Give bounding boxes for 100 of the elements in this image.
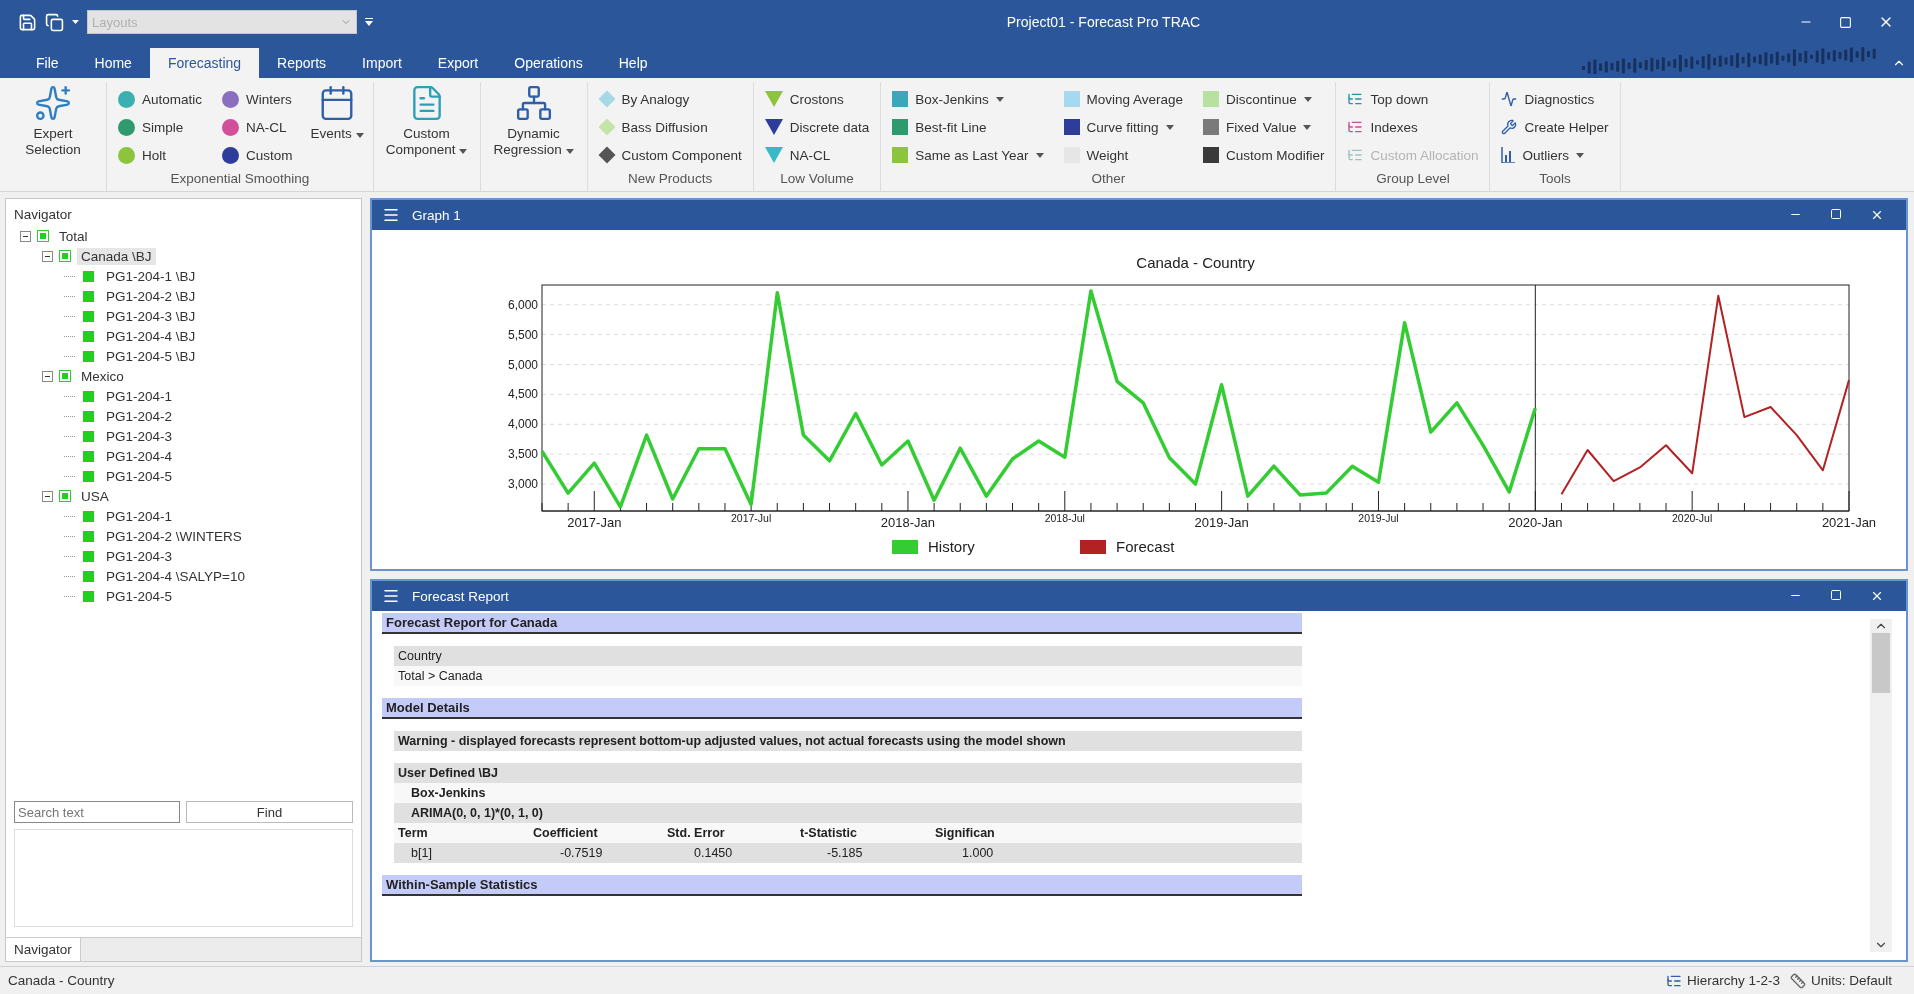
tree-item[interactable]: PG1-204-5 bbox=[102, 467, 177, 485]
tree-item[interactable]: PG1-204-4 bbox=[102, 447, 177, 465]
tree-item[interactable]: Total bbox=[55, 227, 92, 245]
axis-label: 5,000 bbox=[507, 357, 538, 372]
panel-tab[interactable]: Navigator bbox=[6, 938, 81, 961]
maximize-icon[interactable] bbox=[1839, 15, 1852, 29]
ribbon-button[interactable]: Moving Average bbox=[1059, 86, 1188, 112]
tree-item[interactable]: PG1-204-5 \BJ bbox=[102, 347, 200, 365]
ribbon-button[interactable]: Discontinue bbox=[1199, 86, 1329, 112]
ribbon-button[interactable]: Custom bbox=[218, 142, 297, 168]
axis-label: 2019-Jan bbox=[1194, 515, 1249, 530]
expand-toggle[interactable] bbox=[20, 230, 31, 242]
close-icon[interactable] bbox=[1870, 589, 1884, 603]
tree-item[interactable]: PG1-204-4 \BJ bbox=[102, 327, 200, 345]
table-cell-text: t-Statistic bbox=[800, 825, 858, 841]
tree-item[interactable]: PG1-204-1 bbox=[102, 507, 177, 525]
ribbon-button[interactable]: Fixed Value bbox=[1199, 114, 1329, 140]
tree-item[interactable]: PG1-204-2 \WINTERS bbox=[102, 527, 246, 545]
menu-tab[interactable]: Forecasting bbox=[149, 48, 260, 78]
ribbon-button[interactable]: Simple bbox=[114, 114, 207, 140]
expand-toggle[interactable] bbox=[42, 250, 53, 262]
ribbon-button[interactable]: Outliers bbox=[1497, 142, 1613, 168]
ribbon-button[interactable]: Custom Component bbox=[594, 142, 746, 168]
ribbon-button[interactable]: Discrete data bbox=[760, 114, 874, 140]
ribbon-button[interactable]: Weight bbox=[1059, 142, 1188, 168]
ribbon-button[interactable]: Bass Diffusion bbox=[594, 114, 746, 140]
ribbon-button[interactable]: Same as Last Year bbox=[888, 142, 1048, 168]
menu-icon[interactable] bbox=[382, 206, 400, 224]
window-title: Graph 1 bbox=[412, 207, 461, 223]
caret-icon[interactable] bbox=[72, 20, 79, 24]
customize-icon[interactable] bbox=[365, 18, 373, 26]
tree-item[interactable]: PG1-204-5 bbox=[102, 587, 177, 605]
sparkle-icon bbox=[34, 84, 72, 122]
tree-item[interactable]: PG1-204-1 bbox=[102, 387, 177, 405]
tree-item[interactable]: PG1-204-2 \BJ bbox=[102, 287, 200, 305]
save-icon[interactable] bbox=[18, 12, 37, 32]
status-text: Units: Default bbox=[1810, 973, 1892, 988]
ribbon-button[interactable]: Automatic bbox=[114, 86, 207, 112]
menu-tab[interactable]: Operations bbox=[496, 48, 601, 78]
chart-title: Canada - Country bbox=[1136, 254, 1255, 271]
axis-label: 2020-Jan bbox=[1508, 515, 1563, 530]
scrollbar[interactable] bbox=[1870, 619, 1892, 952]
status-icon bbox=[59, 490, 71, 502]
menu-tab[interactable]: File bbox=[18, 48, 77, 78]
table-cell-text: Coefficient bbox=[533, 825, 599, 841]
maximize-icon[interactable] bbox=[1830, 208, 1842, 220]
axis-label: 2017-Jul bbox=[731, 512, 772, 524]
menu-tab[interactable]: Import bbox=[344, 48, 420, 78]
axis-label: 2019-Jul bbox=[1358, 512, 1399, 524]
ribbon-button[interactable]: Indexes bbox=[1343, 114, 1483, 140]
ribbon-button[interactable]: Events bbox=[306, 82, 368, 168]
status-icon bbox=[83, 550, 94, 562]
ribbon-button[interactable]: Best-fit Line bbox=[888, 114, 1048, 140]
window-title: Project01 - Forecast Pro TRAC bbox=[1005, 14, 1202, 30]
ribbon-button[interactable]: Winters bbox=[218, 86, 297, 112]
ribbon-button[interactable]: Curve fitting bbox=[1059, 114, 1188, 140]
menu-icon[interactable] bbox=[382, 587, 400, 605]
ribbon-button[interactable]: Create Helper bbox=[1497, 114, 1613, 140]
menu-tab[interactable]: Help bbox=[600, 48, 666, 78]
tree-item[interactable]: Canada \BJ bbox=[77, 247, 156, 265]
ruler-icon bbox=[1789, 972, 1806, 989]
ribbon-button[interactable]: Custom Component bbox=[378, 82, 475, 167]
axis-label: 2017-Jan bbox=[567, 515, 622, 530]
ribbon-button[interactable]: Top down bbox=[1343, 86, 1483, 112]
scroll-thumb[interactable] bbox=[1872, 633, 1890, 693]
tree-item[interactable]: PG1-204-2 bbox=[102, 407, 177, 425]
menu-tab[interactable]: Reports bbox=[259, 48, 345, 78]
status-icon bbox=[83, 330, 94, 342]
ribbon-button[interactable]: By Analogy bbox=[594, 86, 746, 112]
ribbon-button[interactable]: Holt bbox=[114, 142, 207, 168]
search-field[interactable]: Search text bbox=[14, 801, 180, 823]
menu-tab[interactable]: Home bbox=[76, 48, 150, 78]
tree-item[interactable]: USA bbox=[77, 487, 113, 505]
expand-toggle[interactable] bbox=[42, 370, 53, 382]
status-icon bbox=[83, 390, 94, 402]
close-icon[interactable] bbox=[1870, 208, 1884, 222]
ribbon-button[interactable]: Dynamic Regression bbox=[485, 82, 582, 167]
menu-tab[interactable]: Export bbox=[419, 48, 497, 78]
expand-toggle[interactable] bbox=[42, 490, 53, 502]
tree-item[interactable]: PG1-204-3 bbox=[102, 427, 177, 445]
tree-item[interactable]: PG1-204-4 \SALYP=10 bbox=[102, 567, 249, 585]
axis-label: 5,500 bbox=[507, 327, 538, 342]
status-icon bbox=[59, 250, 71, 262]
tree-item[interactable]: PG1-204-3 \BJ bbox=[102, 307, 200, 325]
table-cell-text: -0.7519 bbox=[559, 845, 604, 861]
ribbon-button[interactable]: Box-Jenkins bbox=[888, 86, 1048, 112]
ribbon-button[interactable]: Diagnostics bbox=[1497, 86, 1613, 112]
tree-item[interactable]: PG1-204-1 \BJ bbox=[102, 267, 200, 285]
tree-item[interactable]: Mexico bbox=[77, 367, 128, 385]
ribbon-button[interactable]: Expert Selection bbox=[5, 82, 101, 167]
axis-label: 4,000 bbox=[507, 417, 538, 432]
windows-icon[interactable] bbox=[45, 12, 64, 32]
ribbon-button[interactable]: NA-CL bbox=[760, 142, 874, 168]
ribbon-button[interactable]: Crostons bbox=[760, 86, 874, 112]
ribbon-button[interactable]: Custom Modifier bbox=[1199, 142, 1329, 168]
find-button[interactable]: Find bbox=[186, 801, 353, 823]
axis-label: 2018-Jul bbox=[1044, 512, 1085, 524]
ribbon-button[interactable]: NA-CL bbox=[218, 114, 297, 140]
tree-item[interactable]: PG1-204-3 bbox=[102, 547, 177, 565]
maximize-icon[interactable] bbox=[1830, 589, 1842, 601]
